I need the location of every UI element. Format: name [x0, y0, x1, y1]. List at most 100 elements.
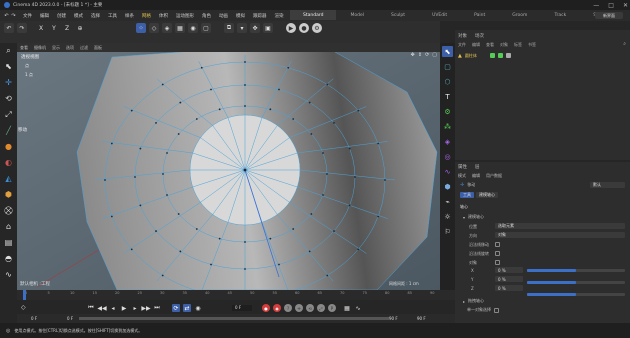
menu-item[interactable]: 渲染	[271, 10, 288, 21]
layout-tab[interactable]: Groom	[499, 10, 541, 20]
object-menu-tag[interactable]: 标签	[514, 42, 522, 48]
menu-item[interactable]: 创建	[53, 10, 70, 21]
viewport[interactable]: 透视视图 点 1 点 移动 默认相机 :工程 网格间距 : 1 cm ✥ ⇕ ⟳…	[17, 52, 440, 290]
mesh-vertex[interactable]	[377, 215, 380, 218]
mesh-vertex[interactable]	[218, 237, 221, 240]
mesh-vertex[interactable]	[195, 228, 198, 230]
axis-slider[interactable]	[527, 281, 625, 284]
generator-icon[interactable]: ⚙	[442, 106, 453, 117]
mesh-vertex[interactable]	[139, 204, 142, 207]
menu-item[interactable]: 体积	[155, 10, 172, 21]
loop-icon[interactable]: ⛒	[3, 205, 14, 216]
mesh-vertex[interactable]	[177, 133, 180, 135]
mesh-vertex[interactable]	[244, 61, 246, 63]
mesh-vertex[interactable]	[310, 133, 313, 135]
menu-item[interactable]: 角色	[198, 10, 215, 21]
cursor-icon[interactable]: ⬉	[442, 46, 453, 57]
viewport-menu-camera[interactable]: 摄像机	[34, 45, 46, 51]
keyframe-diamond-icon[interactable]: ◇	[21, 304, 26, 311]
rotate-icon[interactable]: ⟲	[3, 93, 14, 104]
mesh-vertex[interactable]	[278, 88, 280, 91]
extrude-icon[interactable]: ◭	[3, 173, 14, 184]
mesh-vertex[interactable]	[308, 250, 311, 253]
mesh-vertex[interactable]	[134, 176, 136, 178]
subtab-tool[interactable]: 工具	[460, 192, 474, 198]
axis-value-field[interactable]: 0 %	[495, 276, 523, 282]
viewport-menu-options[interactable]: 选项	[66, 45, 74, 51]
redo-icon[interactable]: ↷	[10, 12, 17, 19]
menu-item[interactable]: 网格	[138, 10, 155, 21]
mesh-vertex[interactable]	[139, 147, 142, 150]
brush-icon[interactable]: ●	[3, 141, 14, 152]
object-menu-object[interactable]: 对象	[500, 42, 508, 48]
mesh-vertex[interactable]	[110, 215, 113, 218]
mesh-vertex[interactable]	[348, 147, 351, 150]
render-icon[interactable]: ●	[299, 23, 309, 33]
pen-icon[interactable]: ⬡	[442, 76, 453, 87]
mesh-vertex[interactable]	[322, 152, 324, 154]
current-frame-field[interactable]: 0 F	[232, 305, 252, 311]
object-search-icon[interactable]: ⌕	[623, 41, 626, 47]
maximize-button[interactable]: □	[608, 2, 614, 9]
single-object-checkbox[interactable]	[494, 307, 499, 313]
workplane-icon[interactable]: ▣	[263, 23, 273, 33]
viewport-menu-panel[interactable]: 面板	[94, 45, 102, 51]
mesh-vertex[interactable]	[278, 263, 280, 266]
axis-icon[interactable]: ✥	[250, 23, 260, 33]
visibility-check[interactable]	[489, 53, 495, 58]
layer-icon[interactable]: ▤	[3, 237, 14, 248]
mesh-vertex[interactable]	[130, 109, 133, 112]
attr-menu-mode[interactable]: 模式	[458, 173, 466, 179]
mesh-vertex[interactable]	[333, 122, 335, 124]
viewport-menu-filter[interactable]: 过滤	[80, 45, 88, 51]
key-position-icon[interactable]: ✛	[295, 304, 303, 312]
mesh-vertex[interactable]	[179, 250, 182, 253]
phong-tag-icon[interactable]	[505, 53, 511, 58]
coord-x-button[interactable]: X	[36, 23, 46, 33]
magnifier-icon[interactable]: ⌕	[3, 45, 14, 56]
mesh-vertex[interactable]	[162, 173, 164, 175]
loop-icon[interactable]: ⟳	[172, 304, 180, 312]
attr-group-header[interactable]: ▾ 建模轴心	[463, 214, 484, 220]
mesh-vertex[interactable]	[110, 142, 113, 145]
axis-slider[interactable]	[527, 293, 625, 296]
bridge-icon[interactable]: ⌂	[3, 221, 14, 232]
undo-icon[interactable]: ↶	[3, 12, 10, 19]
range-start[interactable]: 0 F	[31, 316, 37, 321]
uv-mode-icon[interactable]: ▦	[175, 23, 185, 33]
snap-settings-icon[interactable]: ▾	[237, 23, 247, 33]
mesh-vertex[interactable]	[130, 248, 133, 251]
stack-icon[interactable]: ◓	[3, 253, 14, 264]
object-name[interactable]: 圆柱体	[465, 53, 477, 59]
field-icon[interactable]: ◎	[442, 151, 453, 162]
menu-item[interactable]: 跟踪器	[249, 10, 271, 21]
range-icon[interactable]: ⇄	[183, 304, 191, 312]
attr-row-checkbox[interactable]	[495, 251, 500, 256]
next-key-icon[interactable]: ▶▶	[141, 304, 150, 312]
close-button[interactable]: ✕	[623, 2, 628, 9]
tab-attributes[interactable]: 属性	[458, 164, 467, 170]
menu-item[interactable]: 文件	[19, 10, 36, 21]
tab-takes[interactable]: 场次	[475, 33, 484, 39]
layout-tab[interactable]: Track	[541, 10, 580, 20]
timeline-ruler[interactable]: 0 5 10 15 20 25 30 35 40 45 50 55 60 65 70 75 80 85 90	[17, 290, 455, 300]
orbit-icon[interactable]: ⟳	[425, 52, 429, 58]
polygons-mode-icon[interactable]: ◈	[162, 23, 172, 33]
mesh-vertex[interactable]	[287, 66, 290, 69]
mesh-vertex[interactable]	[310, 213, 313, 215]
new-layout-button[interactable]: 新界面	[595, 12, 623, 19]
range-start-preview[interactable]: 0 F	[67, 316, 73, 321]
deformer-icon[interactable]: ◈	[442, 136, 453, 147]
key-rotation-icon[interactable]: ⟲	[306, 304, 314, 312]
attr-mode-select[interactable]: 默认	[590, 182, 625, 188]
mesh-vertex[interactable]	[269, 237, 272, 240]
cube-primitive-icon[interactable]: ▢	[442, 61, 453, 72]
cloner-icon[interactable]: ⁂	[442, 121, 453, 132]
layout-tab[interactable]: UVEdit	[419, 10, 461, 20]
coord-z-button[interactable]: Z	[62, 23, 72, 33]
mesh-canvas[interactable]	[17, 52, 440, 290]
motion-icon[interactable]: ▦	[343, 304, 351, 312]
text-icon[interactable]: T	[442, 91, 453, 102]
sound-icon[interactable]: ◉	[194, 304, 202, 312]
mesh-vertex[interactable]	[292, 228, 295, 230]
